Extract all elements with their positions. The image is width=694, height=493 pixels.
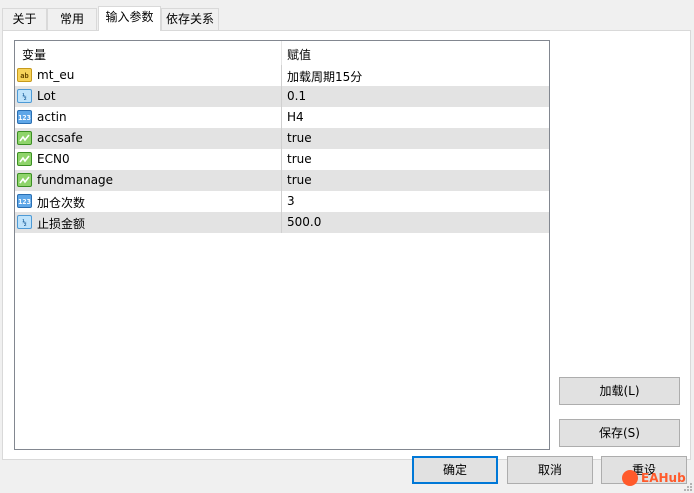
parameters-grid[interactable]: 变量 赋值 ab mt_eu 加载周期15分 ½ Lot 0.1 123 act… <box>14 40 550 450</box>
tab-about-label: 关于 <box>12 12 37 26</box>
resize-grip-icon[interactable] <box>683 482 693 492</box>
tab-inputs[interactable]: 输入参数 <box>98 6 161 31</box>
save-button[interactable]: 保存(S) <box>559 419 680 447</box>
param-value[interactable]: 0.1 <box>287 89 306 103</box>
column-divider <box>281 212 282 233</box>
param-name: 止损金额 <box>37 217 86 231</box>
ok-button[interactable]: 确定 <box>412 456 498 484</box>
header-variable[interactable]: 变量 <box>22 46 46 63</box>
eahub-logo-icon <box>622 470 638 486</box>
table-row[interactable]: ½ Lot 0.1 <box>15 86 549 107</box>
save-button-label: 保存(S) <box>599 426 640 440</box>
param-value[interactable]: 500.0 <box>287 215 321 229</box>
param-value[interactable]: 加载周期15分 <box>287 68 362 85</box>
table-row[interactable]: accsafe true <box>15 128 549 149</box>
grid-header: 变量 赋值 <box>15 41 549 65</box>
load-button[interactable]: 加载(L) <box>559 377 680 405</box>
param-name: accsafe <box>37 131 83 145</box>
column-divider <box>281 191 282 212</box>
table-row[interactable]: ECN0 true <box>15 149 549 170</box>
param-value[interactable]: H4 <box>287 110 304 124</box>
tab-dependencies-label: 依存关系 <box>165 12 214 26</box>
bool-type-icon <box>17 131 32 145</box>
table-row[interactable]: 123 actin H4 <box>15 107 549 128</box>
tab-inputs-label: 输入参数 <box>105 10 154 24</box>
column-divider <box>281 86 282 107</box>
cancel-button-label: 取消 <box>537 463 562 477</box>
cancel-button[interactable]: 取消 <box>507 456 593 484</box>
bool-type-icon <box>17 152 32 166</box>
tab-dependencies[interactable]: 依存关系 <box>161 8 219 30</box>
tab-about[interactable]: 关于 <box>2 8 47 30</box>
column-divider <box>281 128 282 149</box>
tab-strip: 关于 常用 输入参数 依存关系 <box>0 6 694 31</box>
ok-button-label: 确定 <box>442 463 467 477</box>
bool-type-icon <box>17 173 32 187</box>
string-type-icon: ab <box>17 68 32 82</box>
double-type-icon: ½ <box>17 215 32 229</box>
param-value[interactable]: true <box>287 131 312 145</box>
column-divider <box>281 149 282 170</box>
table-row[interactable]: ½ 止损金额 500.0 <box>15 212 549 233</box>
int-type-icon: 123 <box>17 194 32 208</box>
table-row[interactable]: fundmanage true <box>15 170 549 191</box>
column-divider <box>281 107 282 128</box>
param-name: mt_eu <box>37 68 75 82</box>
param-name: ECN0 <box>37 152 70 166</box>
param-value[interactable]: 3 <box>287 194 295 208</box>
watermark-text: EAHub <box>641 471 686 485</box>
param-value[interactable]: true <box>287 173 312 187</box>
table-row[interactable]: 123 加仓次数 3 <box>15 191 549 212</box>
param-value[interactable]: true <box>287 152 312 166</box>
double-type-icon: ½ <box>17 89 32 103</box>
load-button-label: 加载(L) <box>599 384 640 398</box>
int-type-icon: 123 <box>17 110 32 124</box>
table-row[interactable]: ab mt_eu 加载周期15分 <box>15 65 549 86</box>
column-divider <box>281 170 282 191</box>
param-name: fundmanage <box>37 173 114 187</box>
header-value[interactable]: 赋值 <box>287 46 311 63</box>
param-name: actin <box>37 110 67 124</box>
tab-common[interactable]: 常用 <box>47 8 97 30</box>
header-divider[interactable] <box>281 41 282 65</box>
param-name: 加仓次数 <box>37 196 86 210</box>
column-divider <box>281 65 282 86</box>
param-name: Lot <box>37 89 56 103</box>
tab-common-label: 常用 <box>59 12 84 26</box>
